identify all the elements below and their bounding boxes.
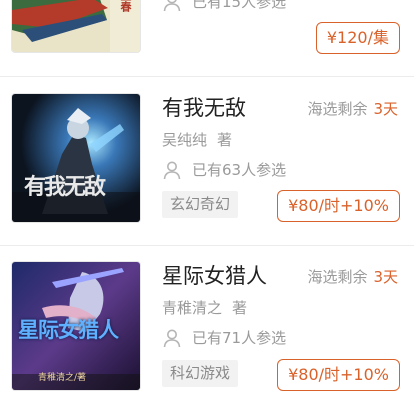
participant-count: 已有71人参选 [162,328,286,348]
remaining-days: 3天 [373,100,398,118]
book-title[interactable]: 星际女猎人 [162,266,267,287]
remaining-label: 海选剩余 [307,268,368,286]
author-name: 青稚清之 [162,299,223,317]
cover-text: 立春 [119,0,132,12]
user-icon [163,329,181,348]
author-suffix: 著 [217,131,233,149]
price-button[interactable]: ¥120/集 [315,22,400,54]
genre-tag: 玄幻奇幻 [162,191,239,218]
participant-count: 已有63人参选 [162,160,286,180]
price-button[interactable]: ¥80/时+10% [277,359,400,391]
participant-count-text: 已有63人参选 [192,160,287,179]
book-cover[interactable]: 星际女猎人 青稚清之/著 [12,262,140,390]
list-item[interactable]: 星际女猎人 青稚清之/著 星际女猎人 海选剩余 3天 青稚清之著 已有71人参选 … [0,246,414,419]
book-author: 吴纯纯著 [162,133,232,148]
author-name: 吴纯纯 [162,131,208,149]
book-author: 青稚清之著 [162,301,247,316]
cover-title: 星际女猎人 [18,318,119,342]
remaining-label: 海选剩余 [307,100,368,118]
book-title[interactable]: 有我无敌 [162,98,246,119]
participant-count: 已有15人参选 [162,0,286,12]
price-button[interactable]: ¥80/时+10% [277,190,400,222]
warrior-cover-art [12,94,140,222]
book-cover[interactable]: 有我无敌 [12,94,140,222]
audition-remaining: 海选剩余 3天 [307,102,398,117]
participant-count-text: 已有71人参选 [192,328,287,347]
cover-title: 有我无敌 [24,174,106,200]
book-list: 立春 已有15人参选 ¥120/集 有我无敌 有我无敌 海选剩余 3天 吴纯纯 … [0,0,414,419]
author-suffix: 著 [232,299,248,317]
user-icon [163,161,181,180]
list-item[interactable]: 立春 已有15人参选 ¥120/集 [0,0,414,70]
book-cover[interactable]: 立春 [12,0,140,52]
cover-caption: 青稚清之/著 [38,373,87,383]
audition-remaining: 海选剩余 3天 [307,270,398,285]
genre-tag: 科幻游戏 [162,360,239,387]
list-item[interactable]: 有我无敌 有我无敌 海选剩余 3天 吴纯纯著 已有63人参选 玄幻奇幻 ¥80/时… [0,77,414,237]
participant-count-text: 已有15人参选 [192,0,287,11]
user-icon [163,0,181,12]
remaining-days: 3天 [373,268,398,286]
